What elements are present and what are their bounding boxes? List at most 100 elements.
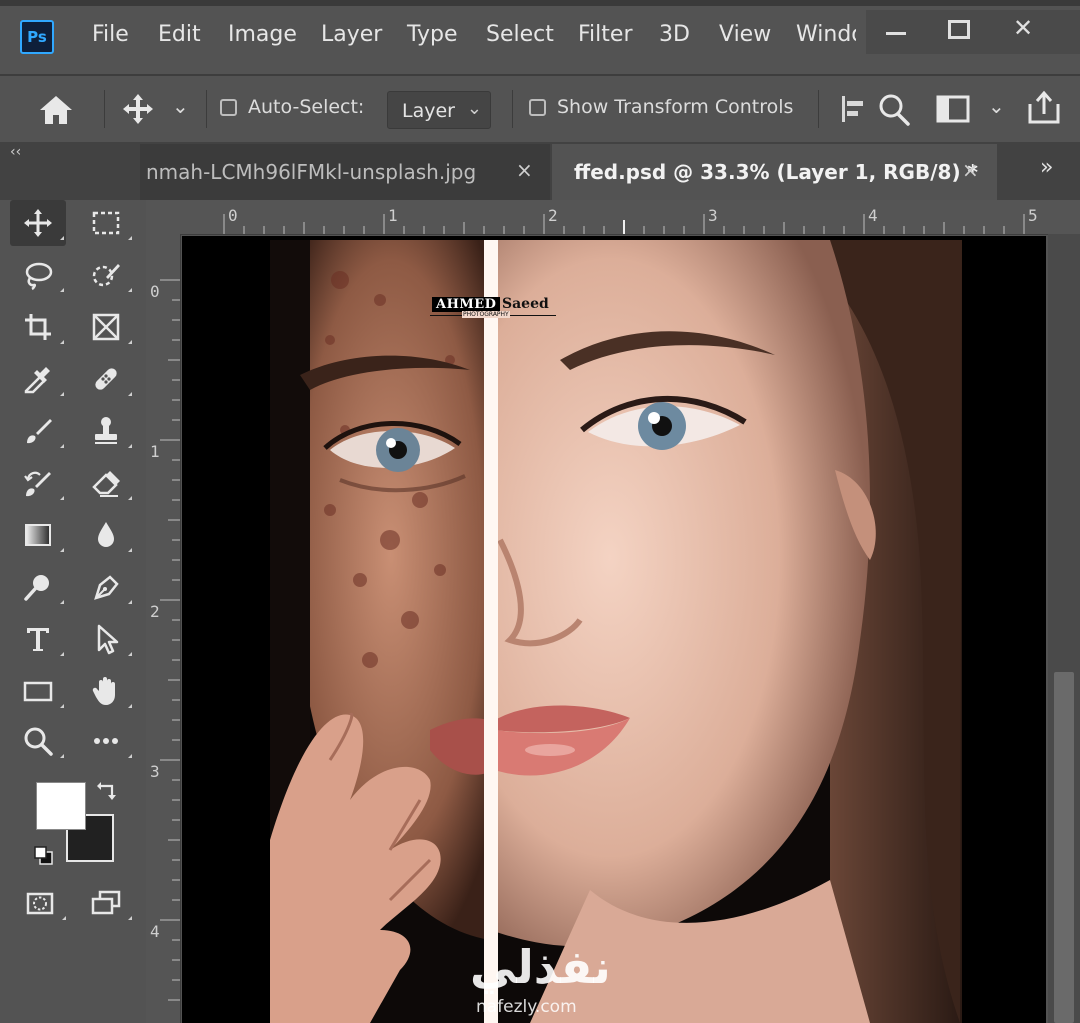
photoshop-logo-icon[interactable]: Ps [20, 20, 54, 54]
menu-type[interactable]: Type [407, 22, 458, 47]
close-window-button[interactable]: ✕ [992, 10, 1054, 50]
move-tool-preset-button[interactable] [118, 90, 158, 128]
path-selection-tool-icon [97, 624, 119, 655]
quick-mask-icon [26, 892, 54, 915]
zoom-tool-button[interactable] [10, 718, 66, 764]
quick-mask-button[interactable] [12, 880, 68, 926]
menu-file[interactable]: File [92, 22, 129, 47]
close-tab-icon[interactable]: × [962, 158, 979, 182]
auto-select-label: Auto-Select: [248, 96, 365, 118]
workspace-panel-icon [936, 95, 970, 123]
auto-select-target-value: Layer [402, 100, 455, 122]
foreground-color-swatch[interactable] [36, 782, 86, 830]
spot-healing-tool-button[interactable] [78, 356, 134, 402]
home-icon [40, 96, 72, 124]
options-separator [104, 90, 105, 128]
ruler-label: 1 [388, 206, 398, 225]
type-tool-button[interactable] [10, 616, 66, 662]
swap-colors-button[interactable] [96, 780, 120, 804]
chevron-down-icon[interactable]: ⌄ [172, 94, 189, 118]
brush-tool-icon [27, 419, 52, 444]
align-left-icon [842, 96, 863, 122]
tab-ffed-psd[interactable]: ffed.psd @ 33.3% (Layer 1, RGB/8) * × [552, 144, 997, 200]
frame-tool-button[interactable] [78, 304, 134, 350]
tab-title: nmah-LCMh96lFMkl-unsplash.jpg [146, 160, 477, 184]
spot-healing-brush-tool-icon [95, 368, 117, 390]
search-button[interactable] [876, 90, 912, 128]
rectangular-marquee-tool-icon [92, 211, 120, 235]
quick-selection-tool-icon [92, 264, 120, 287]
eraser-tool-button[interactable] [78, 460, 134, 506]
menu-filter[interactable]: Filter [578, 22, 632, 47]
minimize-button[interactable] [866, 10, 928, 50]
lasso-tool-button[interactable] [10, 252, 66, 298]
close-tab-icon[interactable]: × [516, 158, 533, 182]
hand-tool-icon [92, 677, 115, 705]
ruler-label: 4 [150, 922, 160, 941]
menu-view[interactable]: View [719, 22, 771, 47]
quick-selection-tool-button[interactable] [78, 252, 134, 298]
auto-select-target-dropdown[interactable]: Layer ⌄ [387, 91, 491, 129]
menu-image[interactable]: Image [228, 22, 297, 47]
collapse-panel-icon[interactable]: ‹‹ [10, 144, 21, 160]
menu-3d[interactable]: 3D [659, 22, 690, 47]
horizontal-ruler[interactable]: 0 1 2 3 4 5 [146, 200, 1080, 235]
zoom-tool-icon [24, 727, 53, 756]
options-separator [206, 90, 207, 128]
maximize-button[interactable] [928, 10, 990, 50]
horizontal-ruler-ticks [223, 214, 1025, 234]
menu-edit[interactable]: Edit [158, 22, 201, 47]
eyedropper-tool-icon [24, 367, 50, 394]
eyedropper-tool-button[interactable] [10, 356, 66, 402]
swap-arrows-icon [97, 782, 116, 800]
edit-toolbar-button[interactable] [78, 718, 134, 764]
menu-select[interactable]: Select [486, 22, 554, 47]
move-tool-button[interactable] [10, 200, 66, 246]
show-transform-controls-checkbox[interactable] [529, 99, 546, 116]
move-icon [123, 94, 153, 124]
maximize-icon [948, 20, 970, 39]
before-after-split-line [484, 240, 498, 1023]
home-button[interactable] [36, 92, 76, 128]
blur-tool-icon [98, 522, 114, 547]
search-icon [879, 94, 910, 126]
eraser-tool-icon [92, 471, 120, 497]
crop-tool-button[interactable] [10, 304, 66, 350]
frame-tool-icon [92, 313, 120, 341]
hand-tool-button[interactable] [78, 668, 134, 714]
ruler-label: 3 [708, 206, 718, 225]
edit-toolbar-icon [94, 738, 118, 744]
align-button[interactable] [838, 92, 868, 126]
brush-tool-button[interactable] [10, 408, 66, 454]
default-colors-button[interactable] [32, 844, 56, 868]
tab-unsplash-jpg[interactable]: nmah-LCMh96lFMkl-unsplash.jpg × [140, 144, 550, 200]
signature-name-strong: AHMED [432, 297, 501, 312]
marquee-tool-button[interactable] [78, 200, 134, 246]
chevron-down-icon[interactable]: ⌄ [988, 94, 1005, 118]
ruler-label: 4 [868, 206, 878, 225]
pen-tool-icon [94, 575, 119, 600]
options-separator [512, 90, 513, 128]
options-separator [818, 90, 819, 128]
ruler-label: 0 [150, 282, 160, 301]
dodge-tool-button[interactable] [10, 564, 66, 610]
screen-mode-button[interactable] [78, 880, 134, 926]
ruler-label: 3 [150, 762, 160, 781]
tabs-overflow-icon[interactable]: » [1040, 155, 1053, 180]
history-brush-tool-button[interactable] [10, 460, 66, 506]
vertical-ruler-ticks [160, 279, 180, 1001]
pen-tool-button[interactable] [78, 564, 134, 610]
blur-tool-button[interactable] [78, 512, 134, 558]
rectangle-tool-button[interactable] [10, 668, 66, 714]
workspace-button[interactable] [934, 92, 974, 126]
clone-stamp-tool-button[interactable] [78, 408, 134, 454]
menu-window[interactable]: Windo [796, 22, 856, 47]
vertical-ruler[interactable]: 0 1 2 3 4 [146, 234, 181, 1023]
auto-select-checkbox[interactable] [220, 99, 237, 116]
scrollbar-thumb[interactable] [1054, 672, 1074, 1023]
share-button[interactable] [1024, 88, 1064, 128]
gradient-tool-button[interactable] [10, 512, 66, 558]
gradient-tool-icon [25, 524, 51, 546]
menu-layer[interactable]: Layer [321, 22, 382, 47]
path-selection-tool-button[interactable] [78, 616, 134, 662]
